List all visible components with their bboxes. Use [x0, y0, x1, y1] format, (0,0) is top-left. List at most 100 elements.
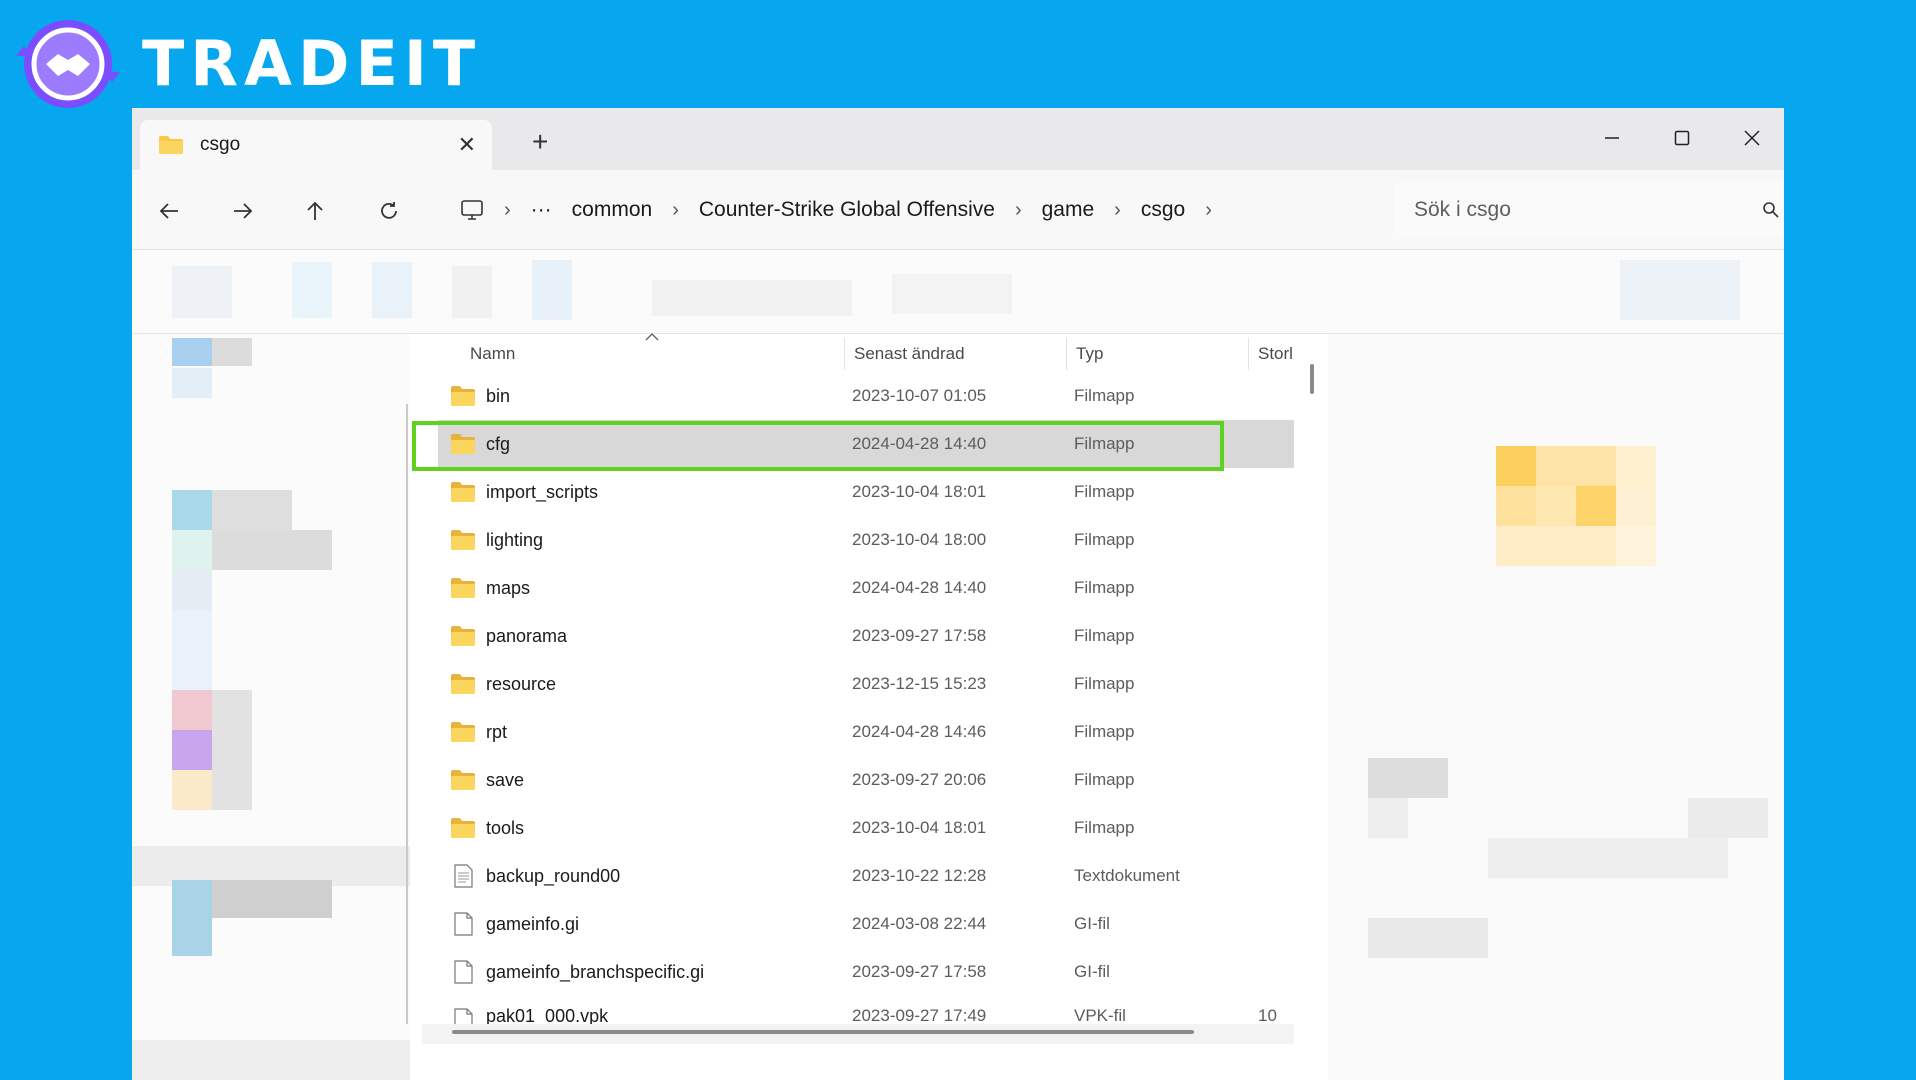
- blurred-region: [1688, 798, 1768, 838]
- address-bar[interactable]: › ··· common › Counter-Strike Global Off…: [438, 182, 1390, 238]
- tab-csgo[interactable]: csgo ✕: [140, 120, 492, 170]
- close-window-button[interactable]: [1724, 120, 1780, 156]
- file-row-rpt[interactable]: rpt 2024-04-28 14:46 Filmapp: [438, 708, 1294, 756]
- horizontal-scrollbar-thumb[interactable]: [452, 1030, 1194, 1034]
- computer-icon[interactable]: [460, 199, 484, 221]
- navigation-bar: › ··· common › Counter-Strike Global Off…: [132, 170, 1784, 250]
- vertical-scrollbar[interactable]: [1310, 364, 1314, 394]
- text-document-icon: [454, 864, 473, 888]
- chevron-right-icon[interactable]: ›: [1114, 199, 1121, 222]
- arrow-right-icon: [234, 203, 253, 219]
- up-button[interactable]: [298, 194, 332, 228]
- file-name: tools: [486, 817, 525, 838]
- explorer-content: Namn Senast ändrad Typ Storl bin 2023-10…: [132, 333, 1784, 1080]
- column-headers: Namn Senast ändrad Typ Storl: [422, 333, 1294, 374]
- breadcrumb-csgo[interactable]: csgo: [1141, 198, 1185, 222]
- file-type: Filmapp: [1074, 818, 1135, 837]
- folder-icon: [451, 530, 475, 550]
- chevron-right-icon[interactable]: ›: [672, 199, 679, 222]
- column-header-modified[interactable]: Senast ändrad: [854, 344, 965, 364]
- file-type: Filmapp: [1074, 530, 1135, 549]
- blurred-region: [212, 530, 332, 570]
- file-name: backup_round00: [486, 865, 621, 886]
- column-divider[interactable]: [1066, 338, 1067, 370]
- file-type: GI-fil: [1074, 914, 1110, 933]
- file-row-save[interactable]: save 2023-09-27 20:06 Filmapp: [438, 756, 1294, 804]
- file-row-gameinfo-branchspecific[interactable]: gameinfo_branchspecific.gi 2023-09-27 17…: [438, 948, 1294, 996]
- breadcrumb-more-button[interactable]: ···: [531, 198, 552, 222]
- file-name: pak01_000.vpk: [486, 1006, 609, 1026]
- file-name: maps: [486, 577, 531, 598]
- blurred-region: [1616, 446, 1656, 486]
- blurred-region: [172, 610, 212, 690]
- file-type: Filmapp: [1074, 770, 1135, 789]
- file-row-lighting[interactable]: lighting 2023-10-04 18:00 Filmapp: [438, 516, 1294, 564]
- file-row-import-scripts[interactable]: import_scripts 2023-10-04 18:01 Filmapp: [438, 468, 1294, 516]
- blurred-region: [892, 274, 1012, 314]
- logo-text: TRADEIT: [142, 27, 482, 100]
- file-row-panorama[interactable]: panorama 2023-09-27 17:58 Filmapp: [438, 612, 1294, 660]
- file-row-backup-round00[interactable]: backup_round00 2023-10-22 12:28 Textdoku…: [438, 852, 1294, 900]
- blurred-region: [1368, 758, 1448, 798]
- column-header-name[interactable]: Namn: [470, 344, 515, 364]
- tab-close-icon[interactable]: ✕: [458, 132, 476, 158]
- blurred-region: [1576, 486, 1616, 526]
- horizontal-scrollbar-track[interactable]: [422, 1024, 1294, 1044]
- blurred-region: [652, 280, 852, 316]
- file-row-gameinfo[interactable]: gameinfo.gi 2024-03-08 22:44 GI-fil: [438, 900, 1294, 948]
- pane-divider[interactable]: [406, 404, 408, 1024]
- file-row-cfg[interactable]: cfg 2024-04-28 14:40 Filmapp: [438, 420, 1294, 468]
- blurred-region: [1616, 486, 1656, 526]
- file-name: rpt: [486, 721, 508, 742]
- minimize-icon: [1605, 137, 1619, 139]
- file-modified: 2024-04-28 14:46: [852, 722, 987, 741]
- breadcrumb-common[interactable]: common: [572, 198, 653, 222]
- column-divider[interactable]: [1248, 338, 1249, 370]
- file-row-tools[interactable]: tools 2023-10-04 18:01 Filmapp: [438, 804, 1294, 852]
- file-row-pak01-000[interactable]: pak01_000.vpk 2023-09-27 17:49 VPK-fil 1…: [438, 996, 1294, 1026]
- handshake-logo-icon: [14, 16, 122, 112]
- close-icon: [1744, 130, 1760, 146]
- back-button[interactable]: [152, 194, 186, 228]
- blurred-region: [172, 338, 212, 366]
- maximize-button[interactable]: [1654, 120, 1710, 156]
- file-name: cfg: [486, 433, 511, 454]
- arrow-left-icon: [159, 203, 178, 219]
- folder-icon: [159, 136, 183, 154]
- search-box[interactable]: [1394, 182, 1784, 238]
- file-type: Filmapp: [1074, 434, 1135, 453]
- search-icon[interactable]: [1762, 201, 1780, 219]
- folder-icon: [451, 434, 475, 454]
- column-header-type[interactable]: Typ: [1076, 344, 1103, 364]
- file-modified: 2024-03-08 22:44: [852, 914, 987, 933]
- blurred-region: [1620, 260, 1740, 320]
- file-name: save: [486, 769, 525, 790]
- file-modified: 2023-10-04 18:01: [852, 818, 987, 837]
- command-bar-blurred: [132, 250, 1784, 334]
- blurred-region: [172, 570, 212, 610]
- blurred-region: [372, 262, 412, 318]
- search-input[interactable]: [1414, 198, 1734, 222]
- title-bar: csgo ✕ +: [132, 108, 1784, 170]
- blurred-region: [132, 1040, 410, 1080]
- folder-icon: [451, 626, 475, 646]
- file-name: panorama: [486, 625, 568, 646]
- blurred-region: [172, 266, 232, 318]
- breadcrumb-counter-strike[interactable]: Counter-Strike Global Offensive: [699, 198, 995, 222]
- chevron-right-icon[interactable]: ›: [1205, 199, 1212, 222]
- file-modified: 2024-04-28 14:40: [852, 434, 987, 453]
- column-divider[interactable]: [844, 338, 845, 370]
- refresh-button[interactable]: [372, 194, 406, 228]
- column-header-size[interactable]: Storl: [1258, 344, 1293, 364]
- blurred-region: [532, 260, 572, 320]
- file-row-resource[interactable]: resource 2023-12-15 15:23 Filmapp: [438, 660, 1294, 708]
- breadcrumb-game[interactable]: game: [1042, 198, 1095, 222]
- file-row-maps[interactable]: maps 2024-04-28 14:40 Filmapp: [438, 564, 1294, 612]
- new-tab-button[interactable]: +: [532, 126, 548, 158]
- blurred-region: [1488, 838, 1728, 878]
- file-modified: 2023-10-07 01:05: [852, 386, 987, 405]
- minimize-button[interactable]: [1584, 120, 1640, 156]
- chevron-right-icon[interactable]: ›: [1015, 199, 1022, 222]
- forward-button[interactable]: [226, 194, 260, 228]
- file-row-bin[interactable]: bin 2023-10-07 01:05 Filmapp: [438, 372, 1294, 420]
